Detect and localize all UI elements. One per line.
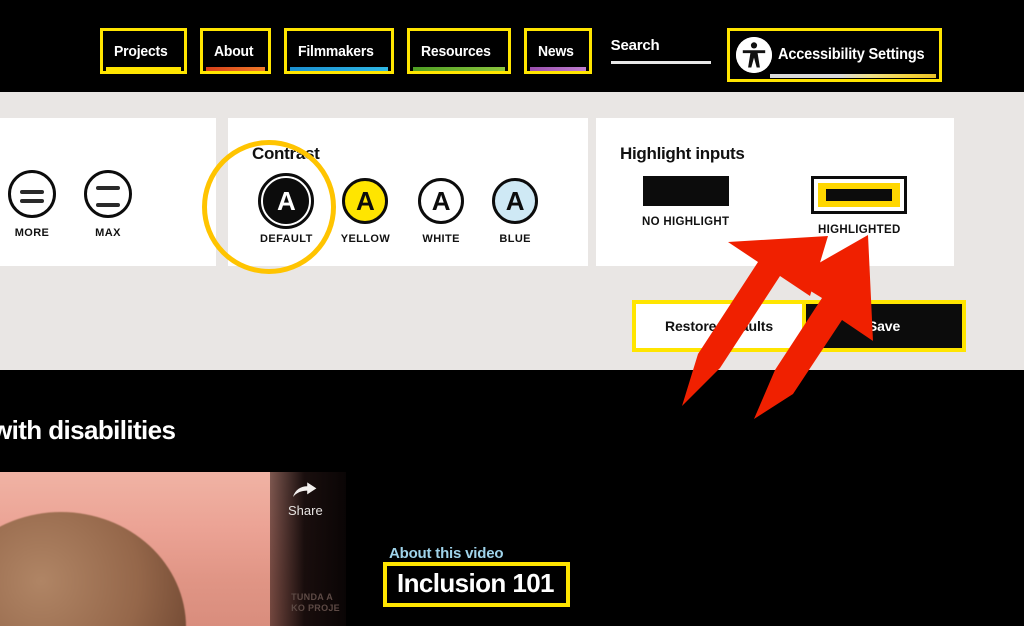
save-button[interactable]: Save <box>806 304 962 348</box>
contrast-swatch-blue: A <box>492 178 539 224</box>
spacing-options: MORE MAX <box>8 170 132 239</box>
nav-item-about[interactable]: About <box>199 28 271 74</box>
video-title-box[interactable]: Inclusion 101 <box>383 562 570 608</box>
accessibility-underline <box>769 74 937 78</box>
spacing-panel: MORE MAX <box>0 118 216 266</box>
page-headline: with disabilities <box>0 415 176 445</box>
share-label: Share <box>288 503 323 518</box>
highlight-options: NO HIGHLIGHT HIGHLIGHTED <box>642 176 908 236</box>
contrast-swatch-white: A <box>418 178 465 224</box>
contrast-swatch-yellow: A <box>342 178 389 224</box>
contrast-option-label: BLUE <box>499 233 531 245</box>
nav-item-label: About <box>213 42 254 60</box>
nav-item-filmmakers[interactable]: Filmmakers <box>283 28 395 74</box>
line-spacing-max-icon <box>84 170 132 218</box>
accessibility-person-icon <box>735 37 772 73</box>
nav-items-container: Projects About Filmmakers Resources News <box>100 28 943 82</box>
highlight-panel-title: Highlight inputs <box>620 144 745 163</box>
spacing-option-more[interactable]: MORE <box>8 170 56 239</box>
contrast-option-yellow[interactable]: A YELLOW <box>341 178 390 245</box>
contrast-option-label: DEFAULT <box>260 233 313 245</box>
restore-defaults-button[interactable]: Restore defaults <box>636 304 802 348</box>
nav-item-label: News <box>538 42 574 60</box>
nav-item-news[interactable]: News <box>524 28 592 74</box>
video-frame-credit: TUNDA A KO PROJE <box>291 591 340 613</box>
accessibility-settings-label: Accessibility Settings <box>777 46 925 64</box>
contrast-panel-title: Contrast <box>252 144 320 163</box>
spacing-option-max[interactable]: MAX <box>84 170 132 239</box>
contrast-option-white[interactable]: A WHITE <box>418 178 465 245</box>
top-navigation-bar: Projects About Filmmakers Resources News <box>0 0 1024 92</box>
nav-item-underline <box>106 67 181 71</box>
nav-item-projects[interactable]: Projects <box>100 28 187 74</box>
contrast-option-default[interactable]: A DEFAULT <box>258 173 315 245</box>
settings-action-buttons: Restore defaults Save <box>632 300 966 352</box>
nav-item-label: Resources <box>421 42 492 60</box>
highlight-option-label: NO HIGHLIGHT <box>642 216 730 228</box>
search-label: Search <box>610 37 660 54</box>
nav-item-underline <box>289 67 389 71</box>
spacing-option-label: MORE <box>14 227 50 239</box>
contrast-option-label: WHITE <box>422 233 460 245</box>
nav-item-label: Filmmakers <box>297 42 374 60</box>
highlight-option-highlighted[interactable]: HIGHLIGHTED <box>811 176 908 236</box>
video-frame-subject <box>0 512 186 626</box>
line-spacing-more-icon <box>8 170 56 218</box>
accessibility-settings-panel: MORE MAX Contrast A DEFAULT A YELLOW A W… <box>0 92 1024 370</box>
search-underline <box>610 61 711 64</box>
share-button[interactable]: Share <box>288 481 323 518</box>
contrast-panel: Contrast A DEFAULT A YELLOW A WHITE A BL… <box>228 118 588 266</box>
video-player[interactable]: TUNDA A KO PROJE Share <box>0 472 346 626</box>
contrast-option-label: YELLOW <box>340 233 391 245</box>
highlight-inputs-panel: Highlight inputs NO HIGHLIGHT HIGHLIGHTE <box>596 118 954 266</box>
no-highlight-swatch <box>642 176 729 206</box>
contrast-option-blue[interactable]: A BLUE <box>492 178 539 245</box>
video-title: Inclusion 101 <box>397 568 555 598</box>
contrast-swatch-default: A <box>258 173 315 229</box>
search-link[interactable]: Search <box>610 28 711 74</box>
nav-item-underline <box>413 67 506 71</box>
highlight-option-label: HIGHLIGHTED <box>818 224 901 236</box>
nav-item-label: Projects <box>114 42 168 60</box>
highlight-option-none[interactable]: NO HIGHLIGHT <box>642 176 729 236</box>
contrast-options: A DEFAULT A YELLOW A WHITE A BLUE <box>258 173 539 245</box>
nav-item-underline <box>530 67 586 71</box>
about-this-video-label: About this video <box>389 545 504 562</box>
spacing-option-label: MAX <box>95 227 121 239</box>
accessibility-settings-button[interactable]: Accessibility Settings <box>726 28 943 82</box>
highlighted-swatch <box>811 176 908 214</box>
nav-item-resources[interactable]: Resources <box>407 28 512 74</box>
page-root: Projects About Filmmakers Resources News <box>0 0 1024 626</box>
nav-item-underline <box>205 67 265 71</box>
share-arrow-icon <box>292 481 318 499</box>
